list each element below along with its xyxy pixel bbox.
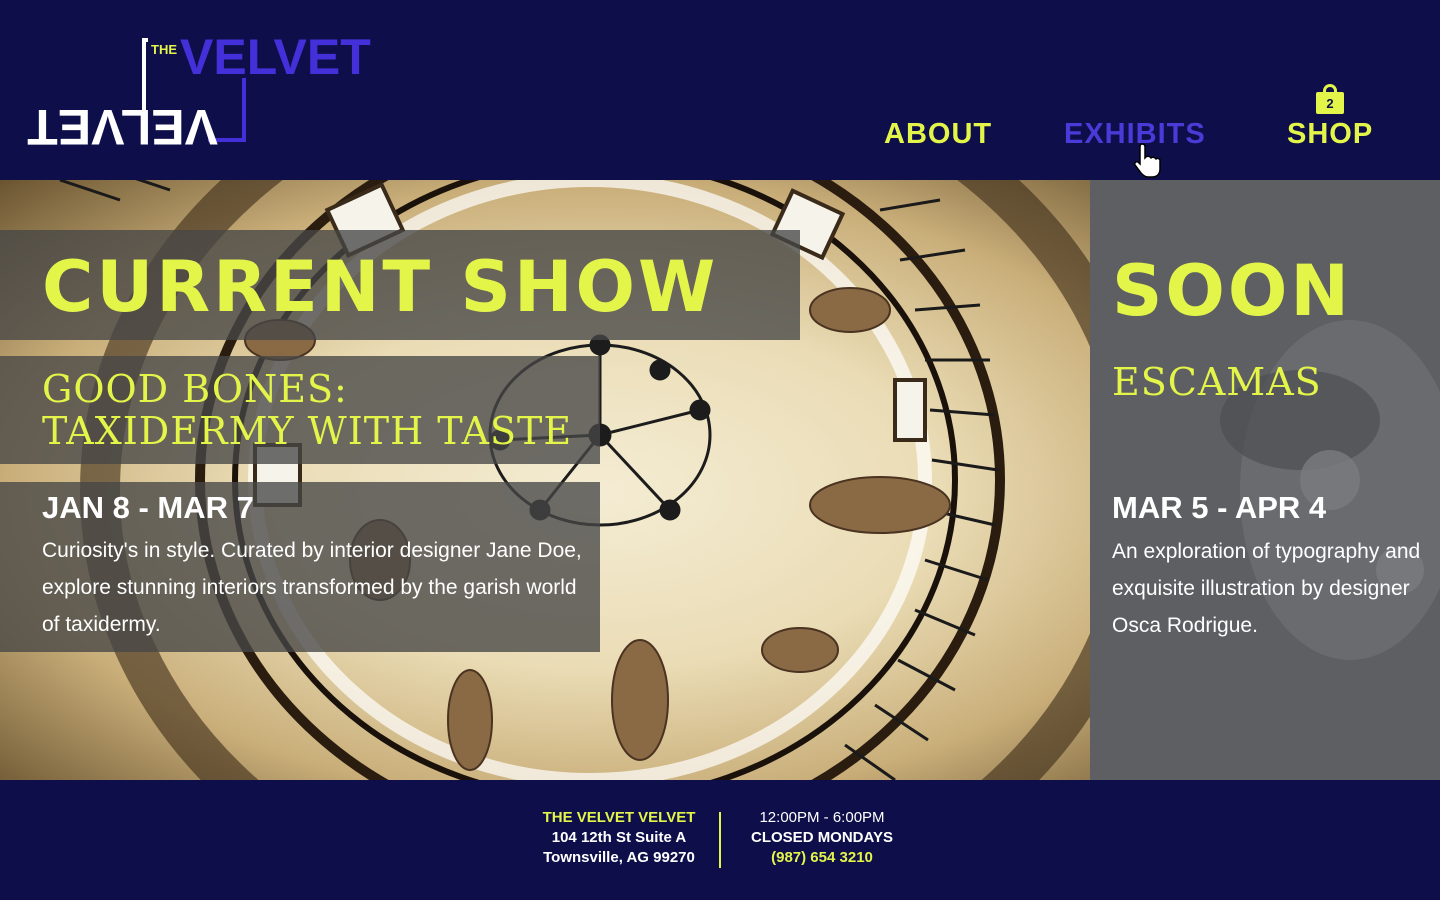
soon-heading: SOON <box>1112 250 1353 332</box>
footer-hours: 12:00PM - 6:00PM CLOSED MONDAYS (987) 65… <box>722 808 922 868</box>
soon-dates: MAR 5 - APR 4 <box>1112 490 1327 525</box>
shopping-bag-icon[interactable]: 2 <box>1316 84 1344 114</box>
current-show-heading-panel: CURRENT SHOW <box>0 230 800 340</box>
footer-address-line2: Townsville, AG 99270 <box>543 849 695 866</box>
nav-about[interactable]: ABOUT <box>884 118 992 151</box>
soon-title[interactable]: ESCAMAS <box>1112 360 1322 404</box>
footer-address-line1: 104 12th St Suite A <box>551 829 687 846</box>
soon-description: An exploration of typography and exquisi… <box>1112 540 1421 637</box>
site-header: THE VELVET VELVET ABOUT EXHIBITS SHOP 2 <box>0 0 1440 180</box>
footer-address: THE VELVET VELVET 104 12th St Suite A To… <box>520 808 718 868</box>
logo-velvet-top: VELVET <box>180 29 371 85</box>
current-show-title-panel: GOOD BONES: TAXIDERMY WITH TASTE <box>0 356 600 464</box>
logo[interactable]: THE VELVET VELVET <box>27 29 371 155</box>
current-show-dates: JAN 8 - MAR 7 <box>42 490 254 525</box>
logo-velvet-bottom-mirrored: VELVET <box>27 99 218 155</box>
logo-the: THE <box>151 42 177 57</box>
footer-phone[interactable]: (987) 654 3210 <box>722 848 922 868</box>
footer-hours-time: 12:00PM - 6:00PM <box>759 809 885 826</box>
site-footer: THE VELVET VELVET 104 12th St Suite A To… <box>0 780 1440 900</box>
nav-shop[interactable]: SHOP <box>1287 118 1373 151</box>
current-show-heading: CURRENT SHOW <box>42 246 719 328</box>
footer-divider <box>719 812 721 868</box>
footer-venue-name: THE VELVET VELVET <box>542 809 696 826</box>
cart-count-badge: 2 <box>1316 92 1344 114</box>
hand-pointer-icon <box>1134 143 1161 178</box>
current-show-title[interactable]: GOOD BONES: TAXIDERMY WITH TASTE <box>42 368 602 452</box>
current-show-info-panel: JAN 8 - MAR 7 Curiosity's in style. Cura… <box>0 482 600 652</box>
upcoming-show-panel[interactable]: SOON ESCAMAS MAR 5 - APR 4 An exploratio… <box>1090 180 1440 780</box>
footer-closed-days: CLOSED MONDAYS <box>751 829 893 846</box>
current-show-description: Curiosity's in style. Curated by interio… <box>42 539 582 636</box>
